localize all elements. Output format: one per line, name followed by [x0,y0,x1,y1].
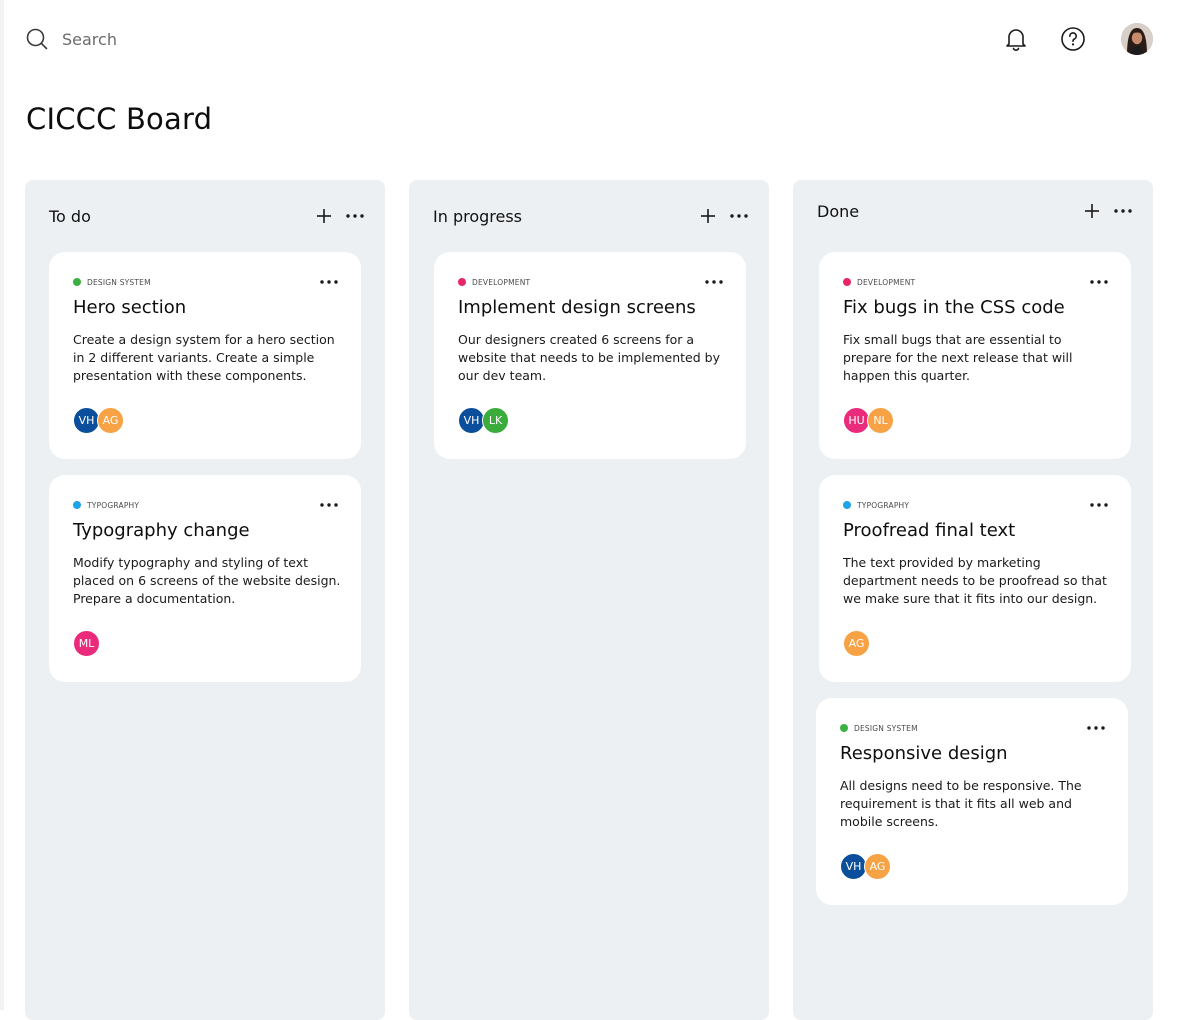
page-title: CICCC Board [26,102,213,136]
tag-label: DESIGN SYSTEM [854,723,918,733]
help-icon[interactable] [1060,26,1086,52]
task-card[interactable]: DEVELOPMENT Implement design screens Our… [434,252,746,459]
search-input[interactable] [62,29,302,49]
task-tag: DEVELOPMENT [843,277,915,287]
tag-label: DEVELOPMENT [472,277,531,287]
card-more-icon[interactable] [319,274,339,290]
tag-label: DESIGN SYSTEM [87,277,151,287]
assignee-avatar[interactable]: LK [482,407,509,434]
column-more-icon[interactable] [345,207,365,225]
assignee-avatar[interactable]: AG [864,853,891,880]
task-card[interactable]: TYPOGRAPHY Proofread final text The text… [819,475,1131,682]
column-title: Done [817,201,860,221]
card-description: Modify typography and styling of text pl… [73,555,341,606]
column-actions [1083,202,1133,220]
assignee-list: VH LK [458,407,509,434]
task-tag: TYPOGRAPHY [843,500,909,510]
column-in-progress: In progress DEVELOPMENT Implement design… [409,180,769,1020]
card-title: Typography change [73,520,250,541]
task-tag: DESIGN SYSTEM [73,277,151,287]
column-title: To do [49,206,91,226]
assignee-avatar[interactable]: HU [843,407,870,434]
card-description: Fix small bugs that are essential to pre… [843,332,1073,383]
left-edge-divider [0,0,4,1010]
card-description: Our designers created 6 screens for a we… [458,332,720,383]
column-header: To do [49,204,365,228]
card-more-icon[interactable] [704,274,724,290]
task-card[interactable]: TYPOGRAPHY Typography change Modify typo… [49,475,361,682]
user-avatar[interactable] [1121,23,1153,55]
task-tag: TYPOGRAPHY [73,500,139,510]
assignee-avatar[interactable]: VH [840,853,867,880]
assignee-avatar[interactable]: VH [73,407,100,434]
card-description: Create a design system for a hero sectio… [73,332,335,383]
column-title: In progress [433,206,523,226]
card-title: Implement design screens [458,297,696,318]
assignee-list: VH AG [73,407,124,434]
assignee-avatar[interactable]: ML [73,630,100,657]
card-more-icon[interactable] [319,497,339,513]
card-title: Proofread final text [843,520,1016,541]
search-icon [26,28,48,50]
card-description: The text provided by marketing departmen… [843,555,1107,606]
task-card[interactable]: DESIGN SYSTEM Responsive design All desi… [816,698,1128,905]
card-title: Fix bugs in the CSS code [843,297,1065,318]
column-to-do: To do DESIGN SYSTEM Hero section Create … [25,180,385,1020]
column-actions [699,207,749,225]
column-header: Done [817,199,1133,223]
column-actions [315,207,365,225]
column-done: Done DEVELOPMENT Fix bugs in the CSS cod… [793,180,1153,1020]
assignee-avatar[interactable]: AG [97,407,124,434]
search-bar[interactable] [26,27,302,51]
tag-dot [458,278,466,286]
card-more-icon[interactable] [1089,274,1109,290]
task-card[interactable]: DESIGN SYSTEM Hero section Create a desi… [49,252,361,459]
task-card[interactable]: DEVELOPMENT Fix bugs in the CSS code Fix… [819,252,1131,459]
tag-dot [843,501,851,509]
tag-label: TYPOGRAPHY [87,500,140,510]
card-more-icon[interactable] [1089,497,1109,513]
tag-label: DEVELOPMENT [857,277,916,287]
tag-dot [843,278,851,286]
assignee-avatar[interactable]: AG [843,630,870,657]
tag-dot [73,501,81,509]
task-tag: DESIGN SYSTEM [840,723,918,733]
column-more-icon[interactable] [1113,202,1133,220]
tag-dot [840,724,848,732]
column-more-icon[interactable] [729,207,749,225]
assignee-avatar[interactable]: NL [867,407,894,434]
tag-label: TYPOGRAPHY [857,500,910,510]
assignee-list: AG [843,630,870,657]
card-description: All designs need to be responsive. The r… [840,778,1082,829]
add-card-icon[interactable] [315,207,333,225]
column-header: In progress [433,204,749,228]
card-more-icon[interactable] [1086,720,1106,736]
assignee-list: HU NL [843,407,894,434]
bell-icon[interactable] [1003,26,1029,52]
card-title: Responsive design [840,743,1008,764]
add-card-icon[interactable] [1083,202,1101,220]
assignee-list: ML [73,630,100,657]
card-title: Hero section [73,297,187,318]
assignee-avatar[interactable]: VH [458,407,485,434]
top-bar [0,0,1180,78]
tag-dot [73,278,81,286]
assignee-list: VH AG [840,853,891,880]
task-tag: DEVELOPMENT [458,277,530,287]
add-card-icon[interactable] [699,207,717,225]
